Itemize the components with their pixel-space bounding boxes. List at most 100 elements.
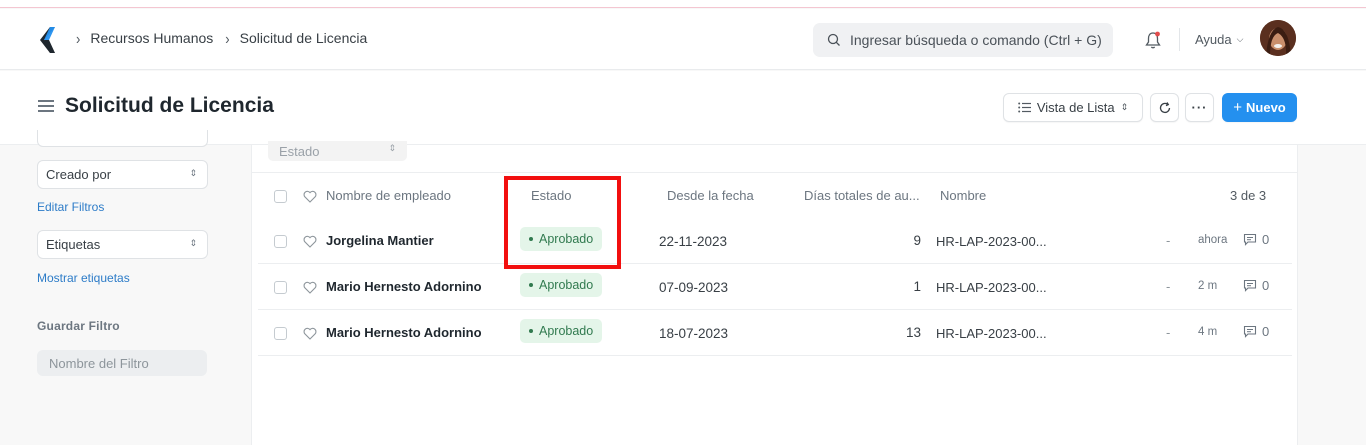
status-badge: Aprobado [520, 319, 603, 343]
row-dash: - [1166, 279, 1171, 294]
status-badge: Aprobado [520, 273, 603, 297]
heart-icon[interactable] [303, 235, 317, 248]
status-label: Aprobado [539, 324, 594, 338]
status-label: Aprobado [539, 232, 594, 246]
column-header-employee[interactable]: Nombre de empleado [326, 188, 451, 203]
status-badge: Aprobado [520, 227, 603, 251]
new-label: Nuevo [1246, 100, 1286, 115]
estado-filter-select[interactable]: Estado ⇕ [268, 141, 407, 161]
created-by-label: Creado por [46, 167, 112, 182]
select-arrows-icon: ⇕ [1120, 102, 1129, 112]
breadcrumb-separator-icon: › [225, 29, 230, 47]
view-label: Vista de Lista [1036, 100, 1115, 115]
column-header-from-date[interactable]: Desde la fecha [667, 188, 754, 203]
save-filter-title: Guardar Filtro [37, 319, 120, 333]
breadcrumb: › Recursos Humanos › Solicitud de Licenc… [76, 29, 379, 47]
avatar-image [1260, 20, 1296, 56]
column-header-name[interactable]: Nombre [940, 188, 986, 203]
from-date: 22-11-2023 [659, 234, 728, 249]
plus-icon: + [1233, 99, 1243, 116]
status-dot-icon [529, 283, 533, 287]
comment-count[interactable]: 0 [1243, 278, 1269, 293]
comment-icon [1243, 233, 1257, 246]
row-checkbox[interactable] [274, 327, 287, 340]
search-placeholder: Ingresar búsqueda o comando (Ctrl + G) [850, 32, 1102, 48]
top-accent-line [0, 0, 1366, 8]
row-checkbox[interactable] [274, 235, 287, 248]
record-name: HR-LAP-2023-00... [936, 234, 1047, 249]
table-row[interactable]: Mario Hernesto Adornino Aprobado 07-09-2… [258, 264, 1292, 310]
avatar[interactable] [1260, 20, 1296, 56]
heart-icon[interactable] [303, 190, 317, 203]
more-actions-button[interactable]: ··· [1185, 93, 1214, 122]
row-dash: - [1166, 233, 1171, 248]
column-header-total-days[interactable]: Días totales de au... [804, 188, 920, 203]
estado-filter-label: Estado [279, 143, 320, 159]
record-name: HR-LAP-2023-00... [936, 280, 1047, 295]
tags-select[interactable]: Etiquetas ⇕ [37, 230, 208, 259]
status-label: Aprobado [539, 278, 594, 292]
comment-count-value: 0 [1262, 232, 1270, 247]
navbar-divider [1179, 28, 1180, 51]
from-date: 07-09-2023 [659, 280, 729, 295]
comment-count[interactable]: 0 [1243, 324, 1269, 339]
column-header-status[interactable]: Estado [531, 188, 571, 203]
breadcrumb-separator-icon: › [76, 29, 81, 47]
navbar: › Recursos Humanos › Solicitud de Licenc… [0, 9, 1366, 70]
employee-name[interactable]: Mario Hernesto Adornino [326, 279, 482, 294]
total-days: 9 [913, 233, 921, 248]
filter-divider [252, 172, 1297, 173]
record-count: 3 de 3 [1230, 188, 1267, 203]
help-label: Ayuda [1195, 32, 1232, 47]
search-icon [827, 33, 840, 46]
sidebar-select-partial[interactable] [37, 130, 208, 147]
select-all-checkbox[interactable] [274, 190, 287, 203]
comment-icon [1243, 279, 1257, 292]
help-dropdown[interactable]: Ayuda ⌵ [1195, 32, 1243, 47]
chevron-down-icon: ⌵ [1236, 34, 1244, 44]
record-name: HR-LAP-2023-00... [936, 326, 1047, 341]
total-days: 1 [913, 279, 921, 294]
from-date: 18-07-2023 [659, 326, 729, 341]
search-input[interactable]: Ingresar búsqueda o comando (Ctrl + G) [813, 23, 1113, 57]
select-arrows-icon: ⇕ [388, 143, 396, 153]
total-days: 13 [905, 325, 921, 340]
modified-time: 2 m [1198, 280, 1218, 292]
comment-icon [1243, 325, 1257, 338]
heart-icon[interactable] [303, 281, 317, 294]
show-tags-link[interactable]: Mostrar etiquetas [37, 271, 130, 285]
refresh-button[interactable] [1150, 93, 1179, 122]
select-arrows-icon: ⇕ [189, 168, 197, 178]
breadcrumb-recursos-humanos[interactable]: Recursos Humanos [90, 30, 213, 46]
table-row[interactable]: Mario Hernesto Adornino Aprobado 18-07-2… [258, 310, 1292, 356]
app-logo-icon[interactable] [40, 26, 60, 54]
status-dot-icon [529, 329, 533, 333]
modified-time: ahora [1198, 234, 1228, 246]
created-by-select[interactable]: Creado por ⇕ [37, 160, 208, 189]
employee-name[interactable]: Jorgelina Mantier [326, 233, 434, 248]
breadcrumb-solicitud-de-licencia[interactable]: Solicitud de Licencia [240, 30, 368, 46]
comment-count[interactable]: 0 [1243, 232, 1269, 247]
filter-name-input[interactable]: Nombre del Filtro [37, 350, 207, 376]
tags-label: Etiquetas [46, 237, 101, 252]
list-panel: Estado ⇕ Nombre de empleado Estado Desde… [251, 141, 1298, 445]
notification-bell-icon[interactable] [1144, 30, 1162, 50]
row-checkbox[interactable] [274, 281, 287, 294]
new-button[interactable]: + Nuevo [1222, 93, 1297, 122]
view-switcher-button[interactable]: Vista de Lista ⇕ [1003, 93, 1143, 122]
more-icon: ··· [1191, 100, 1208, 115]
sidebar: Creado por ⇕ Editar Filtros Etiquetas ⇕ … [0, 130, 250, 445]
comment-count-value: 0 [1262, 278, 1270, 293]
refresh-icon [1159, 101, 1170, 113]
status-dot-icon [529, 237, 533, 241]
select-arrows-icon: ⇕ [189, 238, 197, 248]
modified-time: 4 m [1198, 326, 1218, 338]
table-row[interactable]: Jorgelina Mantier Aprobado 22-11-2023 9 … [258, 218, 1292, 264]
heart-icon[interactable] [303, 327, 317, 340]
sidebar-toggle-icon[interactable] [38, 100, 54, 112]
edit-filters-link[interactable]: Editar Filtros [37, 200, 104, 214]
employee-name[interactable]: Mario Hernesto Adornino [326, 325, 482, 340]
page-title: Solicitud de Licencia [65, 94, 274, 117]
list-view-icon [1018, 102, 1031, 113]
comment-count-value: 0 [1262, 324, 1270, 339]
